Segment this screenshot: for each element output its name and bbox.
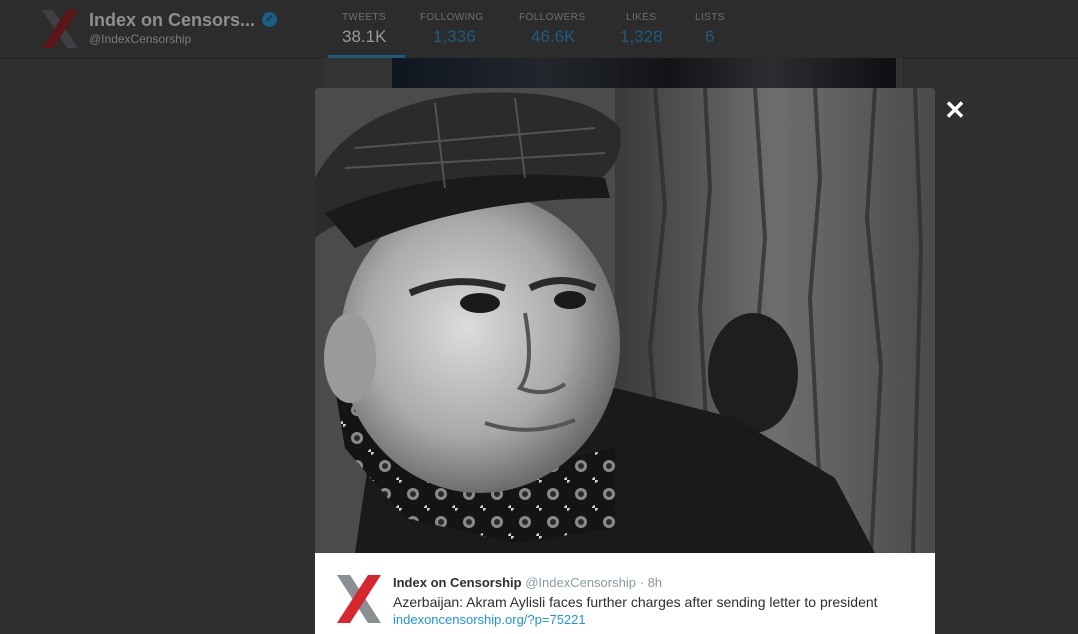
index-x-logo-icon[interactable] [40, 10, 80, 48]
tweet-card: Index on Censorship @IndexCensorship · 8… [315, 553, 935, 634]
stat-value: 38.1K [342, 27, 387, 46]
timeline-image-strip [392, 58, 896, 88]
verified-badge-icon: ✓ [262, 12, 277, 27]
stat-label: FOLLOWERS [519, 12, 586, 23]
tweet-link[interactable]: indexoncensorship.org/?p=75221 [393, 612, 586, 627]
tweet-text: Azerbaijan: Akram Aylisli faces further … [393, 594, 878, 610]
account-handle: @IndexCensorship [89, 32, 192, 46]
profile-header: Index on Censors... ✓ @IndexCensorship T… [0, 0, 1078, 59]
tweet-header: Index on Censorship @IndexCensorship · 8… [393, 575, 662, 590]
close-icon[interactable]: ✕ [943, 97, 967, 123]
stat-value: 6 [705, 27, 715, 46]
tweet-timestamp[interactable]: 8h [648, 575, 662, 590]
stat-label: LIKES [626, 12, 657, 23]
tweet-author-name[interactable]: Index on Censorship [393, 575, 522, 590]
stat-value: 1,336 [433, 27, 476, 46]
tweet-author-handle[interactable]: @IndexCensorship [525, 575, 636, 590]
account-name[interactable]: Index on Censors... [89, 10, 255, 31]
portrait-photo [315, 88, 935, 553]
stat-value: 46.6K [531, 27, 576, 46]
stat-label: LISTS [695, 12, 725, 23]
separator-dot: · [639, 575, 644, 590]
media-photo [315, 88, 935, 553]
index-x-logo-icon[interactable] [335, 575, 383, 623]
stat-label: FOLLOWING [420, 12, 484, 23]
stat-value: 1,328 [620, 27, 663, 46]
stat-label: TWEETS [342, 12, 387, 23]
